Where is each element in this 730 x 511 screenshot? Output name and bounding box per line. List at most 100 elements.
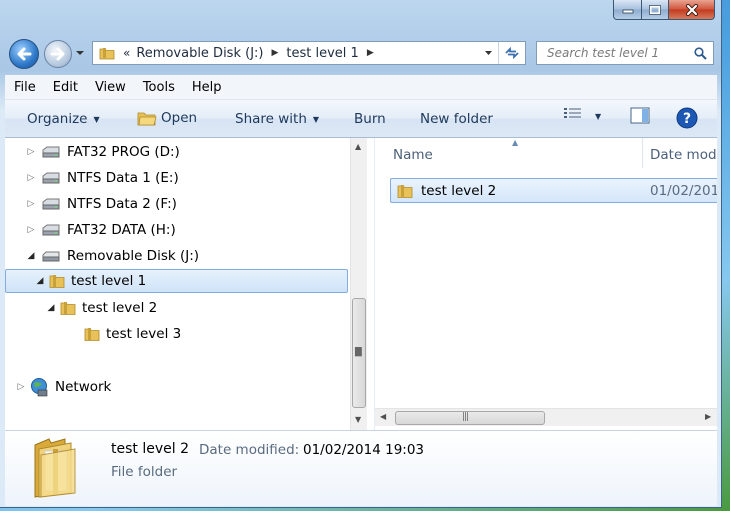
caption-buttons	[613, 0, 715, 20]
details-date-modified-label: Date modified:	[199, 442, 300, 458]
preview-pane-button[interactable]	[630, 107, 650, 125]
menu-edit[interactable]: Edit	[44, 80, 86, 95]
scroll-thumb[interactable]: |||	[395, 411, 545, 425]
scroll-left-arrow-icon[interactable]: ◀	[380, 412, 386, 421]
folder-icon	[397, 184, 413, 198]
tree-item-test-level-1[interactable]: ◢ test level 1	[5, 269, 348, 293]
back-button[interactable]	[9, 39, 39, 69]
details-view-icon	[564, 108, 581, 118]
search-input[interactable]	[545, 45, 695, 61]
organize-label: Organize	[27, 111, 88, 127]
help-icon: ?	[676, 107, 698, 129]
navigation-pane-vertical-scrollbar[interactable]: ▲ ▬ ▬ ▬ ▼	[350, 138, 367, 430]
menu-help[interactable]: Help	[183, 80, 230, 95]
tree-item-label: Removable Disk (J:)	[67, 248, 200, 264]
tree-item-label: test level 3	[106, 326, 182, 342]
open-label: Open	[161, 110, 198, 126]
content-panes: ▷ FAT32 PROG (D:) ▷ NTFS Data 1 (E:) ▷ N…	[5, 138, 717, 430]
close-icon	[685, 3, 698, 16]
forward-arrow-icon	[50, 47, 65, 61]
expand-arrow-icon[interactable]: ▷	[25, 173, 37, 183]
tree-item-fat32-data[interactable]: ▷ FAT32 DATA (H:)	[25, 218, 176, 242]
collapse-arrow-icon[interactable]: ◢	[45, 303, 57, 313]
scroll-down-arrow-icon[interactable]: ▼	[355, 415, 361, 424]
tree-item-label: FAT32 PROG (D:)	[67, 144, 180, 160]
tree-item-network[interactable]: ▷ Network	[15, 375, 111, 399]
column-header-name[interactable]: Name	[393, 147, 433, 163]
column-header-row: ▲ Name Date mod	[375, 138, 717, 170]
expand-arrow-icon[interactable]: ▷	[25, 199, 37, 209]
open-button[interactable]: Open	[137, 109, 197, 127]
scroll-grip-icon: ▬ ▬ ▬	[354, 344, 363, 360]
close-button[interactable]	[669, 0, 715, 20]
scroll-up-arrow-icon[interactable]: ▲	[355, 142, 361, 151]
expand-arrow-icon[interactable]: ▷	[25, 147, 37, 157]
address-overflow-chevron[interactable]: «	[123, 46, 130, 60]
command-bar: Organize ▼ Open Share with ▼ Burn New fo…	[5, 100, 717, 138]
drive-icon	[42, 146, 60, 158]
recent-pages-dropdown-icon[interactable]	[75, 50, 85, 56]
sort-ascending-icon: ▲	[512, 138, 519, 147]
network-globe-icon	[31, 378, 48, 397]
new-folder-button[interactable]: New folder	[420, 111, 493, 127]
large-folder-icon	[34, 438, 76, 498]
share-with-button[interactable]: Share with ▼	[235, 111, 319, 127]
share-with-label: Share with	[235, 111, 307, 127]
file-list-horizontal-scrollbar[interactable]: ◀ ||| ▶	[375, 408, 717, 426]
menu-file[interactable]: File	[5, 80, 44, 95]
collapse-arrow-icon[interactable]: ◢	[25, 251, 37, 261]
tree-item-fat32-prog[interactable]: ▷ FAT32 PROG (D:)	[25, 140, 180, 164]
menu-tools[interactable]: Tools	[134, 80, 183, 95]
tree-item-removable-disk[interactable]: ◢ Removable Disk (J:)	[25, 244, 200, 268]
help-button[interactable]: ?	[676, 107, 698, 129]
details-date-modified-value: 01/02/2014 19:03	[303, 442, 425, 458]
menu-view[interactable]: View	[86, 80, 134, 95]
refresh-button[interactable]	[498, 42, 525, 64]
expand-arrow-icon[interactable]: ▷	[25, 225, 37, 235]
tree-item-label: test level 1	[71, 273, 147, 289]
navigation-bar: « Removable Disk (J:) ▶ test level 1 ▶	[0, 37, 721, 69]
file-row-test-level-2[interactable]: test level 2 01/02/201	[390, 178, 717, 203]
more-views-dropdown[interactable]: ▼	[595, 112, 601, 121]
file-list-pane: ▲ Name Date mod test level 2 01/02/201	[375, 138, 717, 430]
svg-text:?: ?	[683, 111, 691, 127]
address-bar[interactable]: « Removable Disk (J:) ▶ test level 1 ▶	[92, 41, 526, 65]
minimize-button[interactable]	[613, 0, 642, 20]
file-name: test level 2	[421, 182, 497, 199]
organize-button[interactable]: Organize ▼	[27, 111, 100, 127]
preview-pane-icon	[630, 107, 650, 124]
folder-icon	[49, 275, 65, 288]
refresh-icon	[505, 47, 519, 59]
address-separator-arrow[interactable]: ▶	[271, 48, 278, 58]
search-box[interactable]	[536, 41, 714, 65]
minimize-icon	[622, 9, 633, 13]
column-header-date-modified[interactable]: Date mod	[650, 147, 717, 163]
tree-item-label: NTFS Data 2 (F:)	[67, 196, 177, 212]
caret-down-icon: ▼	[595, 112, 602, 121]
forward-button[interactable]	[44, 40, 72, 68]
tree-item-test-level-2[interactable]: ◢ test level 2	[45, 296, 158, 320]
tree-item-label: NTFS Data 1 (E:)	[67, 170, 179, 186]
open-folder-icon	[137, 112, 157, 126]
pane-splitter[interactable]	[367, 138, 375, 430]
caret-down-icon: ▼	[93, 114, 100, 124]
change-view-button[interactable]	[563, 107, 583, 121]
drive-icon	[42, 198, 60, 210]
address-segment-removable-disk[interactable]: Removable Disk (J:)	[136, 46, 263, 61]
tree-item-ntfs-data-2[interactable]: ▷ NTFS Data 2 (F:)	[25, 192, 177, 216]
tree-item-test-level-3[interactable]: test level 3	[69, 322, 181, 346]
tree-item-label: FAT32 DATA (H:)	[67, 222, 176, 238]
maximize-button[interactable]	[642, 0, 669, 20]
burn-button[interactable]: Burn	[354, 111, 386, 127]
address-history-dropdown-icon[interactable]	[484, 50, 493, 56]
drive-icon	[42, 172, 60, 184]
address-segment-test-level-1[interactable]: test level 1	[286, 46, 358, 61]
expand-arrow-icon[interactable]: ▷	[15, 382, 27, 392]
address-separator-arrow[interactable]: ▶	[367, 48, 374, 58]
column-divider[interactable]	[642, 138, 643, 168]
scroll-right-arrow-icon[interactable]: ▶	[705, 412, 711, 421]
collapse-arrow-icon[interactable]: ◢	[34, 276, 46, 286]
search-icon[interactable]	[694, 47, 707, 60]
menu-bar: File Edit View Tools Help	[5, 75, 717, 100]
tree-item-ntfs-data-1[interactable]: ▷ NTFS Data 1 (E:)	[25, 166, 179, 190]
